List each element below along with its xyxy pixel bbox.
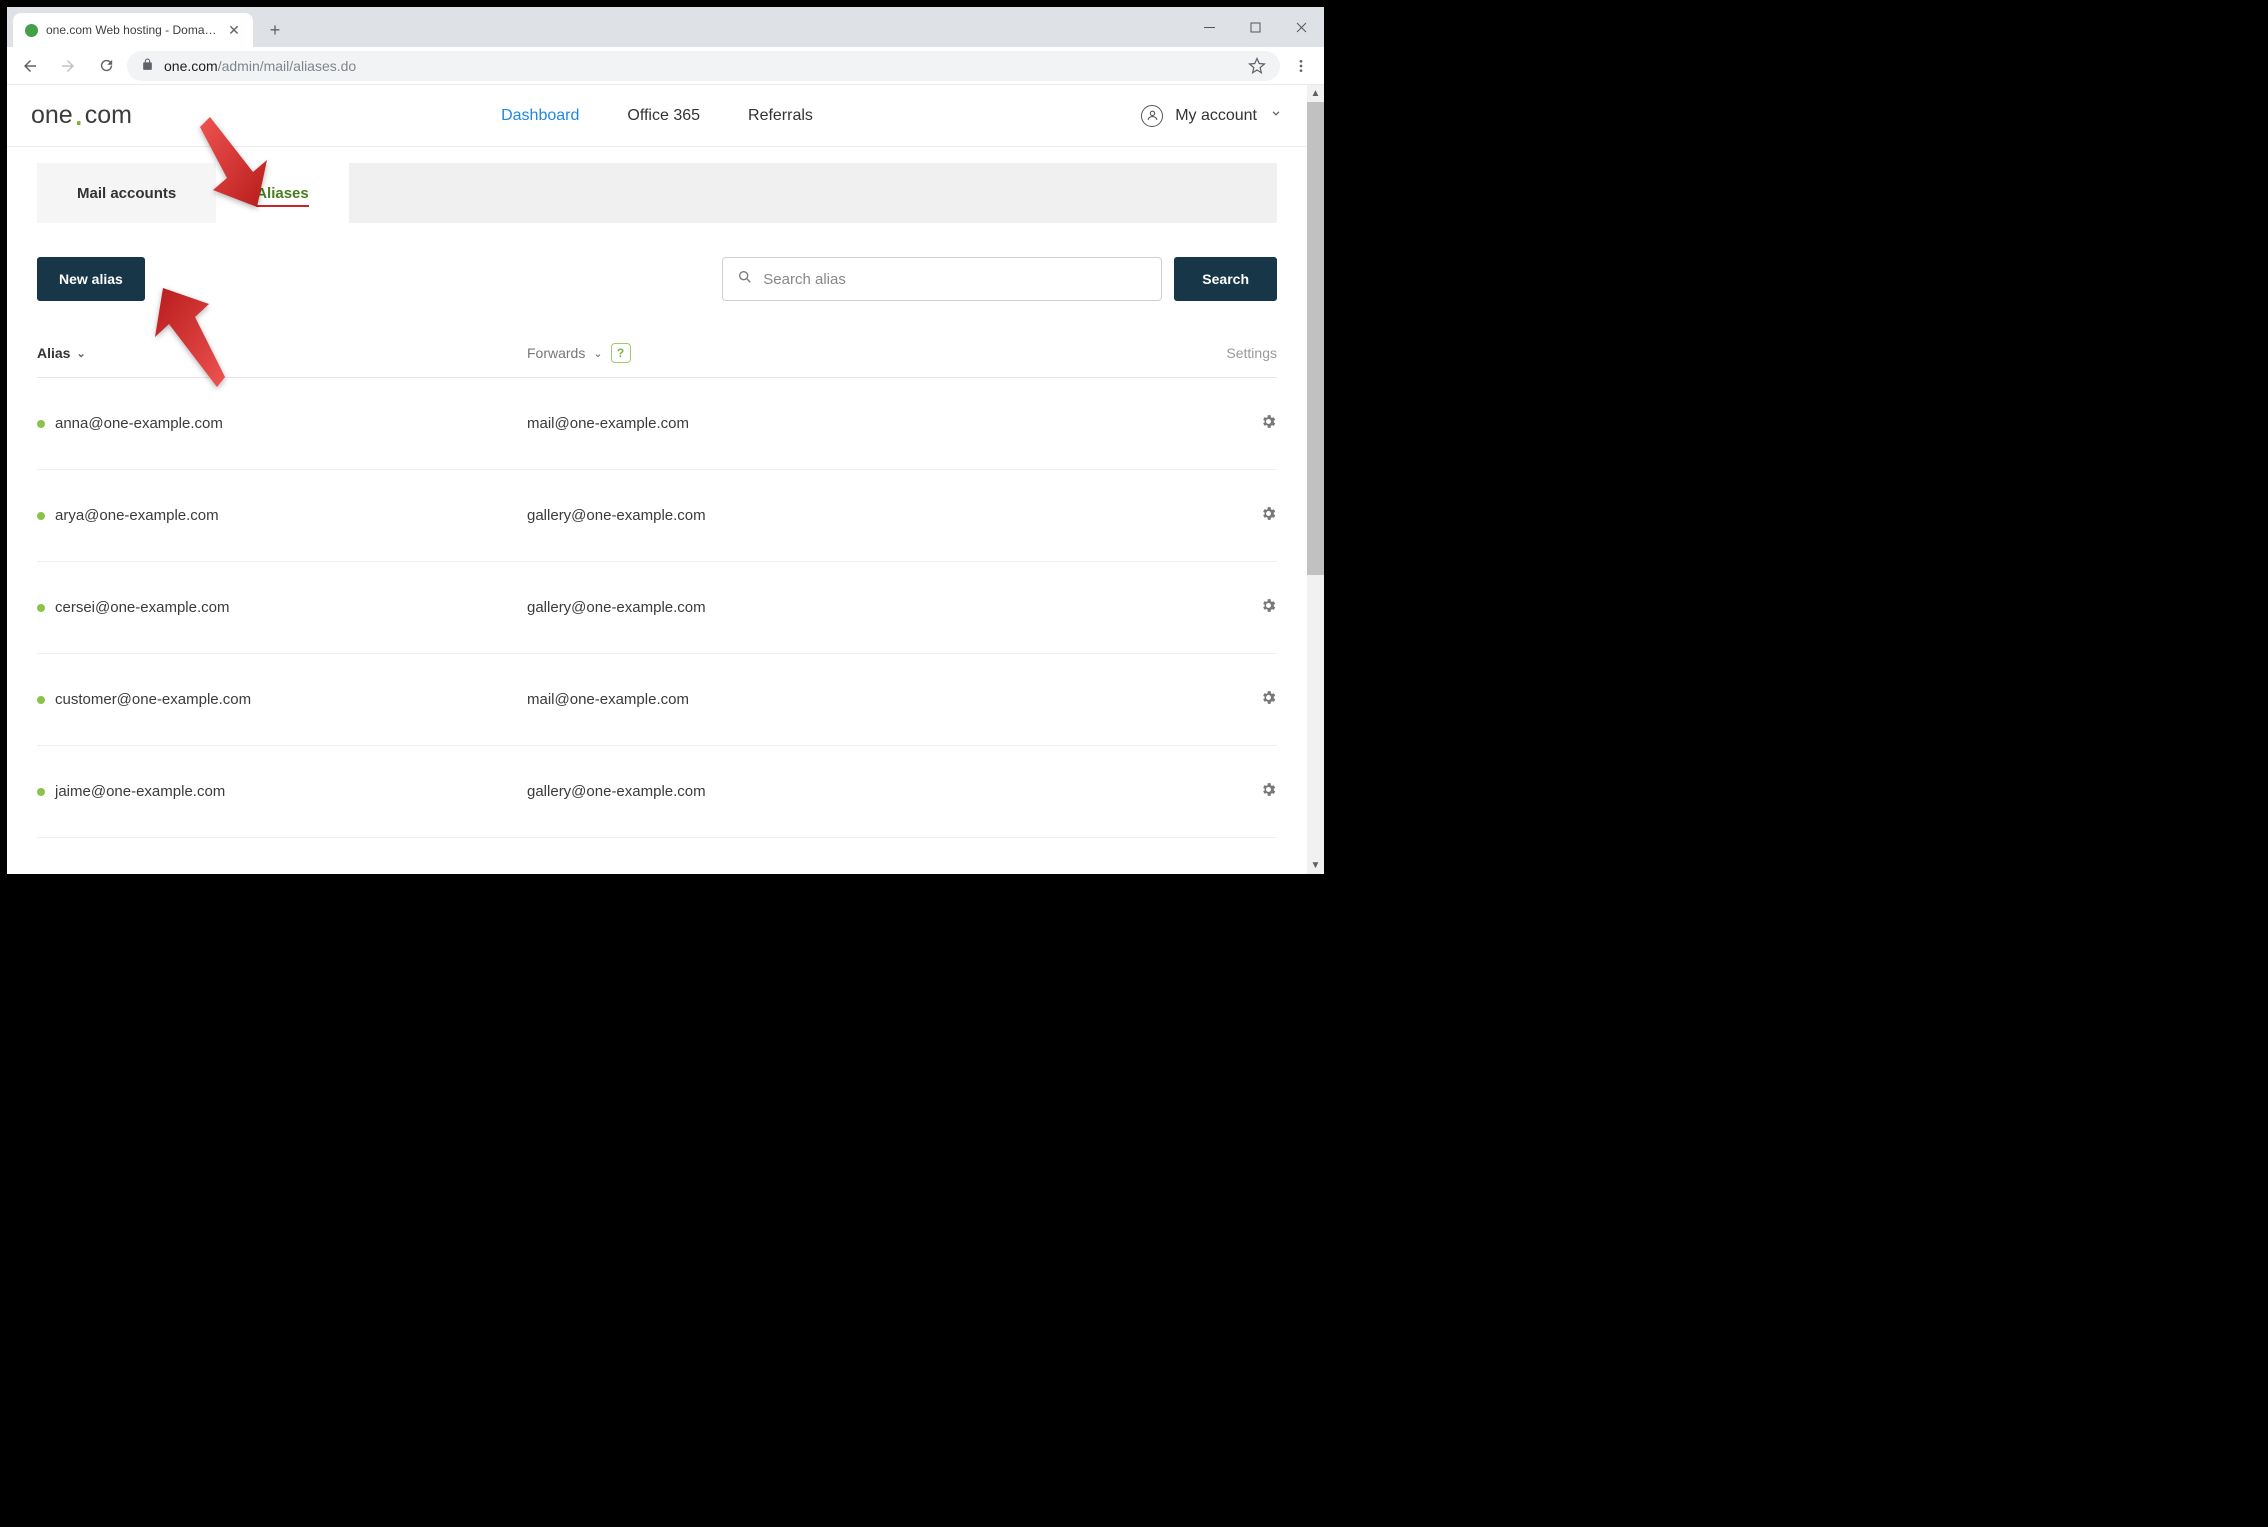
search-alias-field[interactable] [722,257,1162,301]
column-forwards-label: Forwards [527,345,585,361]
alias-email: customer@one-example.com [55,691,251,708]
active-tab-underline [256,205,309,207]
forwards-cell: gallery@one-example.com [527,783,1237,800]
search-button[interactable]: Search [1174,257,1277,301]
logo-part-com: com [85,101,132,130]
scroll-down-arrow[interactable]: ▼ [1307,857,1324,874]
action-row: New alias Search [37,257,1277,301]
tab-aliases[interactable]: Aliases [216,163,349,223]
site-logo[interactable]: one.com [31,101,132,130]
alias-email: arya@one-example.com [55,507,219,524]
forwards-cell: mail@one-example.com [527,415,1237,432]
alias-cell: anna@one-example.com [37,415,527,432]
url-text: one.com/admin/mail/aliases.do [164,58,1238,74]
account-label: My account [1175,107,1257,125]
new-tab-button[interactable]: + [261,16,289,44]
column-forwards[interactable]: Forwards ⌄ ? [527,343,1197,363]
tab-mail-accounts[interactable]: Mail accounts [37,163,216,223]
tab-aliases-label: Aliases [256,185,309,202]
site-header: one.com Dashboard Office 365 Referrals M… [7,85,1307,147]
logo-part-one: one [31,101,73,130]
window-maximize-button[interactable] [1232,7,1278,47]
forwards-cell: gallery@one-example.com [527,599,1237,616]
user-avatar-icon [1141,105,1163,127]
forward-button[interactable] [51,51,85,81]
status-dot-icon [37,420,45,428]
account-menu[interactable]: My account [1141,105,1283,127]
alias-cell: jaime@one-example.com [37,783,527,800]
table-row: customer@one-example.com mail@one-example… [37,654,1277,746]
reload-button[interactable] [89,51,123,81]
search-icon [737,269,753,290]
browser-tab[interactable]: one.com Web hosting - Domain… ✕ [13,13,253,47]
column-alias[interactable]: Alias ⌄ [37,345,527,361]
column-settings: Settings [1197,345,1277,361]
alias-table-body: anna@one-example.com mail@one-example.com… [37,378,1277,838]
window-close-button[interactable] [1278,7,1324,47]
new-alias-button[interactable]: New alias [37,257,145,301]
alias-cell: cersei@one-example.com [37,599,527,616]
alias-email: jaime@one-example.com [55,783,225,800]
alias-email: anna@one-example.com [55,415,223,432]
chevron-down-icon: ⌄ [76,347,85,360]
table-row: jaime@one-example.com gallery@one-example… [37,746,1277,838]
forwards-cell: mail@one-example.com [527,691,1237,708]
nav-office365[interactable]: Office 365 [627,107,700,125]
row-settings-button[interactable] [1260,781,1277,803]
primary-nav: Dashboard Office 365 Referrals [501,107,813,125]
table-row: anna@one-example.com mail@one-example.com [37,378,1277,470]
browser-titlebar: one.com Web hosting - Domain… ✕ + [7,7,1324,47]
search-input[interactable] [763,271,1147,288]
forwards-cell: gallery@one-example.com [527,507,1237,524]
scrollbar-thumb[interactable] [1307,102,1324,575]
scroll-up-arrow[interactable]: ▲ [1307,85,1324,102]
row-settings-button[interactable] [1260,597,1277,619]
row-settings-button[interactable] [1260,413,1277,435]
alias-cell: arya@one-example.com [37,507,527,524]
status-dot-icon [37,604,45,612]
back-button[interactable] [13,51,47,81]
table-row: arya@one-example.com gallery@one-example.… [37,470,1277,562]
table-header: Alias ⌄ Forwards ⌄ ? Settings [37,343,1277,378]
url-bar[interactable]: one.com/admin/mail/aliases.do [127,51,1280,81]
alias-email: cersei@one-example.com [55,599,229,616]
status-dot-icon [37,696,45,704]
row-settings-button[interactable] [1260,689,1277,711]
window-minimize-button[interactable] [1186,7,1232,47]
lock-icon [141,58,154,74]
favicon-icon [25,24,38,37]
tab-mail-accounts-label: Mail accounts [77,185,176,202]
tab-title: one.com Web hosting - Domain… [46,23,219,37]
row-settings-button[interactable] [1260,505,1277,527]
chevron-down-icon [1269,106,1283,125]
status-dot-icon [37,788,45,796]
browser-address-bar: one.com/admin/mail/aliases.do [7,47,1324,85]
status-dot-icon [37,512,45,520]
close-tab-icon[interactable]: ✕ [227,23,241,37]
alias-cell: customer@one-example.com [37,691,527,708]
nav-referrals[interactable]: Referrals [748,107,813,125]
table-row: cersei@one-example.com gallery@one-exampl… [37,562,1277,654]
help-icon[interactable]: ? [611,343,631,363]
bookmark-star-icon[interactable] [1248,57,1266,75]
column-alias-label: Alias [37,345,70,361]
browser-menu-button[interactable] [1284,58,1318,74]
section-tabs: Mail accounts Aliases [37,163,1277,223]
chevron-down-icon: ⌄ [593,347,602,360]
nav-dashboard[interactable]: Dashboard [501,107,579,125]
